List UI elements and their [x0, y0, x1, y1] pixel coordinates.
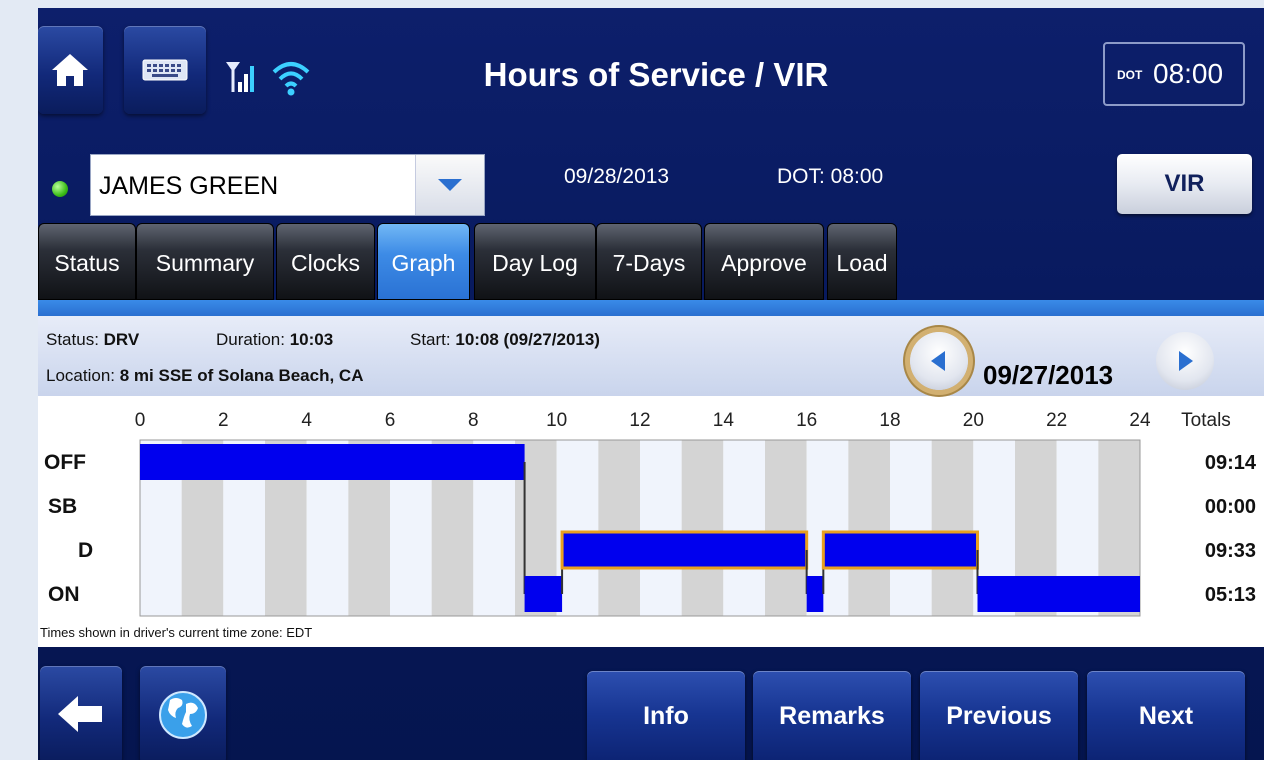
grid-column — [598, 440, 640, 616]
dot-time: DOT: 08:00 — [777, 165, 884, 188]
vir-button[interactable]: VIR — [1117, 154, 1252, 214]
tab-graph[interactable]: Graph — [377, 223, 470, 300]
grid-column — [890, 440, 932, 616]
globe-icon — [159, 691, 207, 739]
row-total: 09:33 — [1205, 540, 1256, 562]
dot-clock-value: 08:00 — [1153, 58, 1224, 89]
tab-approve[interactable]: Approve — [704, 223, 824, 300]
back-arrow-icon — [58, 696, 102, 732]
grid-column — [723, 440, 765, 616]
wifi-icon — [272, 62, 310, 96]
duty-segment — [524, 576, 563, 612]
row-label: ON — [48, 583, 80, 606]
prev-day-button[interactable] — [910, 332, 968, 390]
row-total: 09:14 — [1205, 452, 1257, 474]
device-screen: Hours of Service / VIR DOT 08:00 JAMES G… — [0, 0, 1264, 760]
status-label: Status: — [46, 330, 99, 349]
x-tick-label: 0 — [135, 410, 146, 431]
driver-status-indicator — [52, 181, 68, 197]
page-title: Hours of Service / VIR — [483, 56, 829, 93]
grid-column — [765, 440, 807, 616]
panel-header-bar — [38, 300, 1264, 316]
x-tick-label: 8 — [468, 410, 479, 431]
x-tick-label: 14 — [713, 410, 735, 431]
duty-segment — [140, 444, 525, 480]
duty-segment — [821, 530, 979, 570]
x-tick-label: 2 — [218, 410, 229, 431]
grid-column — [848, 440, 890, 616]
status-value: DRV — [103, 330, 140, 349]
timezone-note: Times shown in driver's current time zon… — [40, 625, 313, 640]
location-value: 8 mi SSE of Solana Beach, CA — [119, 366, 364, 385]
grid-column — [640, 440, 682, 616]
duty-segment — [560, 530, 809, 570]
globe-button[interactable] — [140, 666, 226, 760]
driver-select[interactable]: JAMES GREEN — [90, 154, 485, 216]
dot-clock-label: DOT — [1117, 68, 1143, 82]
signal-icon — [226, 62, 254, 92]
chevron-down-icon — [438, 179, 462, 191]
status-info-bar: Status: DRV Duration: 10:03 Start: 10:08… — [38, 316, 1264, 396]
chevron-left-icon — [931, 351, 945, 371]
duty-segment — [806, 576, 824, 612]
x-tick-label: 20 — [963, 410, 984, 431]
home-button[interactable] — [38, 26, 103, 114]
back-button[interactable] — [40, 666, 122, 760]
x-tick-label: 22 — [1046, 410, 1067, 431]
home-icon — [52, 54, 88, 86]
info-button[interactable]: Info — [587, 671, 745, 760]
start-label: Start: — [410, 330, 451, 349]
keyboard-button[interactable] — [124, 26, 206, 114]
x-tick-label: 24 — [1129, 410, 1151, 431]
remarks-button[interactable]: Remarks — [753, 671, 911, 760]
x-tick-label: 4 — [301, 410, 312, 431]
row-total: 05:13 — [1205, 584, 1256, 606]
x-tick-label: 16 — [796, 410, 817, 431]
row-label: SB — [48, 495, 77, 518]
tab-7-days[interactable]: 7-Days — [596, 223, 702, 300]
location-label: Location: — [46, 366, 115, 385]
row-label: D — [78, 539, 93, 562]
graph-date: 09/27/2013 — [983, 360, 1114, 390]
tab-summary[interactable]: Summary — [136, 223, 274, 300]
x-tick-label: 6 — [385, 410, 396, 431]
graph-panel: Status: DRV Duration: 10:03 Start: 10:08… — [38, 300, 1264, 647]
dot-clock: DOT 08:00 — [1103, 42, 1245, 106]
tab-load[interactable]: Load — [827, 223, 897, 300]
tab-clocks[interactable]: Clocks — [276, 223, 375, 300]
next-day-button[interactable] — [1156, 332, 1214, 390]
tab-day-log[interactable]: Day Log — [474, 223, 596, 300]
duration-value: 10:03 — [289, 330, 334, 349]
x-tick-label: 12 — [629, 410, 650, 431]
grid-column — [931, 440, 974, 616]
log-date: 09/28/2013 — [564, 165, 670, 188]
totals-header: Totals — [1181, 410, 1231, 431]
driver-dropdown-button[interactable] — [415, 155, 484, 215]
driver-name: JAMES GREEN — [99, 172, 279, 200]
duty-segment — [977, 576, 1140, 612]
start-value: 10:08 (09/27/2013) — [455, 330, 600, 349]
previous-button[interactable]: Previous — [920, 671, 1078, 760]
duration-label: Duration: — [216, 330, 285, 349]
tab-status[interactable]: Status — [38, 223, 136, 300]
duty-status-graph: 0 2 4 6 8 10 12 14 16 18 20 22 24 TotalsOFF 09:14SB 00:… — [44, 410, 1257, 617]
keyboard-icon — [142, 59, 188, 81]
row-label: OFF — [44, 451, 86, 474]
next-button[interactable]: Next — [1087, 671, 1245, 760]
row-total: 00:00 — [1205, 496, 1256, 518]
grid-column — [681, 440, 724, 616]
chevron-right-icon — [1179, 351, 1193, 371]
x-tick-label: 10 — [546, 410, 567, 431]
x-tick-label: 18 — [879, 410, 900, 431]
